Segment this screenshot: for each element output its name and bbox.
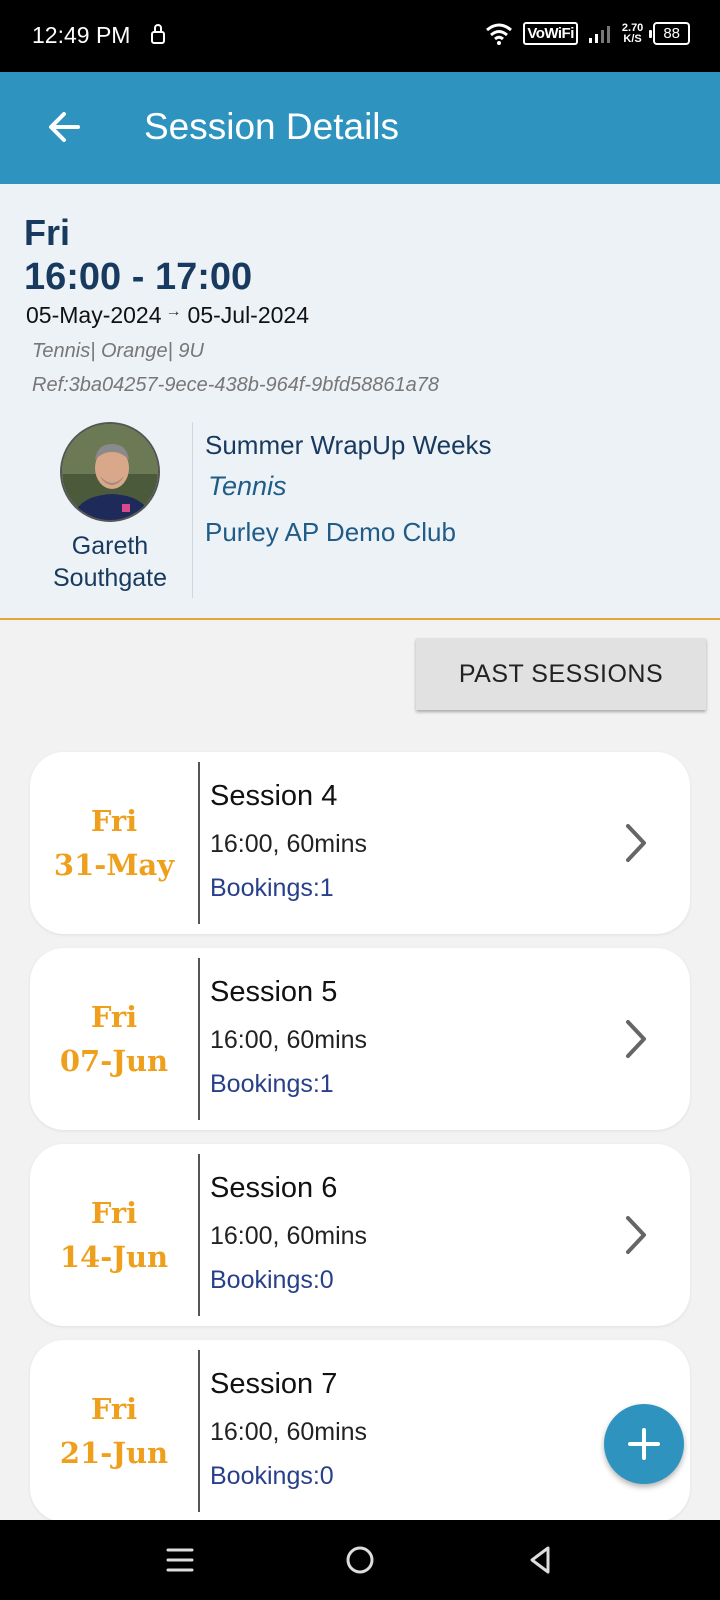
session-time: 16:00, 60mins xyxy=(210,1026,368,1054)
divider xyxy=(198,762,200,924)
battery-indicator: 88 xyxy=(649,22,690,45)
coach-first-name: Gareth xyxy=(71,532,149,560)
session-date: Fri 21-Jun xyxy=(30,1340,198,1522)
system-nav-bar xyxy=(0,1520,720,1600)
session-summary: Fri 16:00 - 17:00 05-May-2024 → 05-Jul-2… xyxy=(0,184,720,620)
session-title: Session 5 xyxy=(210,976,338,1008)
session-card-date: 14-Jun xyxy=(59,1240,169,1274)
session-date: Fri 14-Jun xyxy=(30,1144,198,1326)
chevron-right-icon[interactable] xyxy=(620,1212,650,1258)
session-card-date: 07-Jun xyxy=(59,1044,169,1078)
date-arrow: → xyxy=(165,302,182,320)
end-date: 05-Jul-2024 xyxy=(187,302,309,328)
session-card[interactable]: Fri 21-Jun Session 7 16:00, 60mins Booki… xyxy=(30,1340,690,1522)
session-time-range: 16:00 - 17:00 xyxy=(24,256,253,298)
signal-icon xyxy=(588,25,610,43)
net-speed-unit: K/S xyxy=(623,32,642,45)
divider xyxy=(198,958,200,1120)
session-date-range: 05-May-2024 → 05-Jul-2024 xyxy=(26,302,309,329)
coach-photo xyxy=(62,424,158,520)
start-date: 05-May-2024 xyxy=(26,302,162,328)
session-card[interactable]: Fri 31-May Session 4 16:00, 60mins Booki… xyxy=(30,752,690,934)
touch-lock-icon xyxy=(151,24,165,44)
home-icon[interactable] xyxy=(342,1542,378,1578)
session-time: 16:00, 60mins xyxy=(210,1222,368,1250)
session-title: Session 6 xyxy=(210,1172,338,1204)
session-bookings: Bookings:0 xyxy=(210,1266,334,1294)
vowifi-badge: VoWiFi xyxy=(523,22,578,45)
arrow-left-icon[interactable] xyxy=(40,102,90,152)
divider xyxy=(198,1350,200,1512)
chevron-right-icon[interactable] xyxy=(620,820,650,866)
page-title: Session Details xyxy=(144,106,400,147)
session-card-day: Fri xyxy=(90,1196,138,1230)
session-card[interactable]: Fri 14-Jun Session 6 16:00, 60mins Booki… xyxy=(30,1144,690,1326)
status-bar: 12:49 PM VoWiFi 2.70 K/S 88 xyxy=(0,0,720,72)
session-card-date: 21-Jun xyxy=(59,1436,169,1470)
divider xyxy=(192,422,193,598)
session-bookings: Bookings:1 xyxy=(210,1070,334,1098)
add-session-button[interactable] xyxy=(604,1404,684,1484)
chevron-right-icon[interactable] xyxy=(620,1016,650,1062)
net-speed-value: 2.70 xyxy=(621,21,644,34)
back-triangle-icon[interactable] xyxy=(522,1542,558,1578)
coach: Gareth Southgate xyxy=(30,422,190,594)
session-card-day: Fri xyxy=(90,1392,138,1426)
session-card-date: 31-May xyxy=(53,848,175,882)
session-date: Fri 07-Jun xyxy=(30,948,198,1130)
divider xyxy=(198,1154,200,1316)
status-time: 12:49 PM xyxy=(32,22,131,48)
app-bar: Session Details xyxy=(0,72,720,184)
session-card-day: Fri xyxy=(90,1000,138,1034)
programme-sport: Tennis xyxy=(208,471,287,501)
club-name: Purley AP Demo Club xyxy=(205,517,456,547)
session-card-day: Fri xyxy=(90,804,138,838)
session-title: Session 4 xyxy=(210,780,338,812)
past-sessions-button[interactable]: PAST SESSIONS xyxy=(416,638,706,710)
session-bookings: Bookings:1 xyxy=(210,874,334,902)
session-time: 16:00, 60mins xyxy=(210,830,368,858)
session-date: Fri 31-May xyxy=(30,752,198,934)
wifi-icon xyxy=(486,23,513,45)
coach-name: Gareth Southgate xyxy=(30,530,190,594)
plus-icon xyxy=(628,1428,660,1460)
session-title: Session 7 xyxy=(210,1368,338,1400)
session-card[interactable]: Fri 07-Jun Session 5 16:00, 60mins Booki… xyxy=(30,948,690,1130)
session-bookings: Bookings:0 xyxy=(210,1462,334,1490)
network-speed: 2.70 K/S xyxy=(621,21,644,45)
menu-icon[interactable] xyxy=(162,1542,198,1578)
programme-name: Summer WrapUp Weeks xyxy=(205,430,492,460)
coach-last-name: Southgate xyxy=(53,564,167,592)
avatar xyxy=(60,422,160,522)
session-time: 16:00, 60mins xyxy=(210,1418,368,1446)
session-tags: Tennis| Orange| 9U xyxy=(32,340,204,362)
session-ref: Ref:3ba04257-9ece-438b-964f-9bfd58861a78 xyxy=(32,374,440,396)
session-day: Fri xyxy=(24,212,71,253)
